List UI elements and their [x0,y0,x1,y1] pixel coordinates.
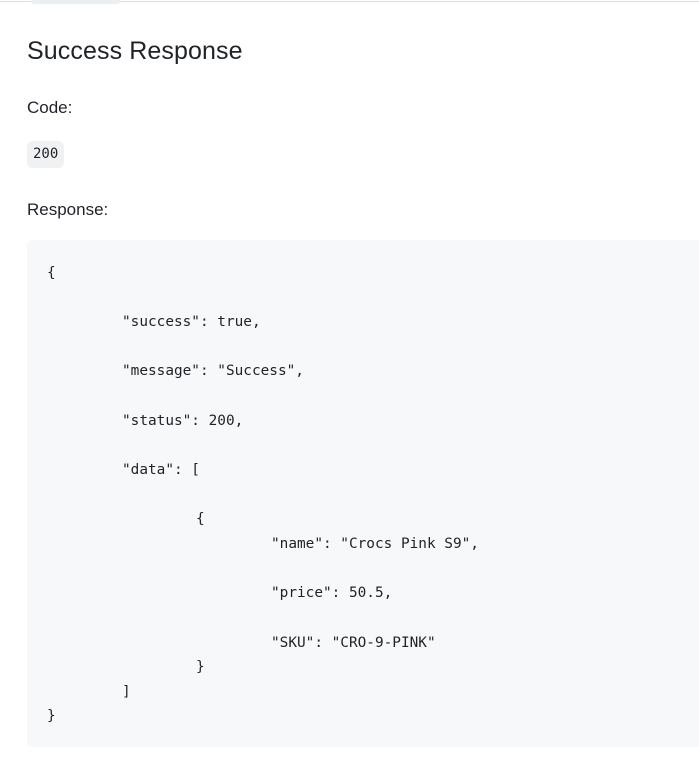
json-line-price: "price": 50.5, [271,585,393,601]
json-open-brace: { [47,265,56,281]
section-heading: Success Response [27,37,243,65]
json-line-sku: "SKU": "CRO-9-PINK" [271,635,436,651]
json-item-close-brace: } [196,659,205,675]
json-line-data: "data": [ [122,462,200,478]
json-line-success: "success": true, [122,314,261,330]
code-label: Code: [27,98,73,117]
json-line-status: "status": 200, [122,413,244,429]
response-code-block: { "success": true, "message": "Success",… [27,240,699,747]
json-close-brace: } [47,708,56,724]
top-tab-edge [31,0,120,4]
json-array-close-bracket: ] [122,684,131,700]
json-line-message: "message": "Success", [122,363,304,379]
json-item-open-brace: { [196,511,205,527]
json-line-name: "name": "Crocs Pink S9", [271,536,479,552]
status-code-value: 200 [27,141,65,168]
response-label: Response: [27,200,109,219]
